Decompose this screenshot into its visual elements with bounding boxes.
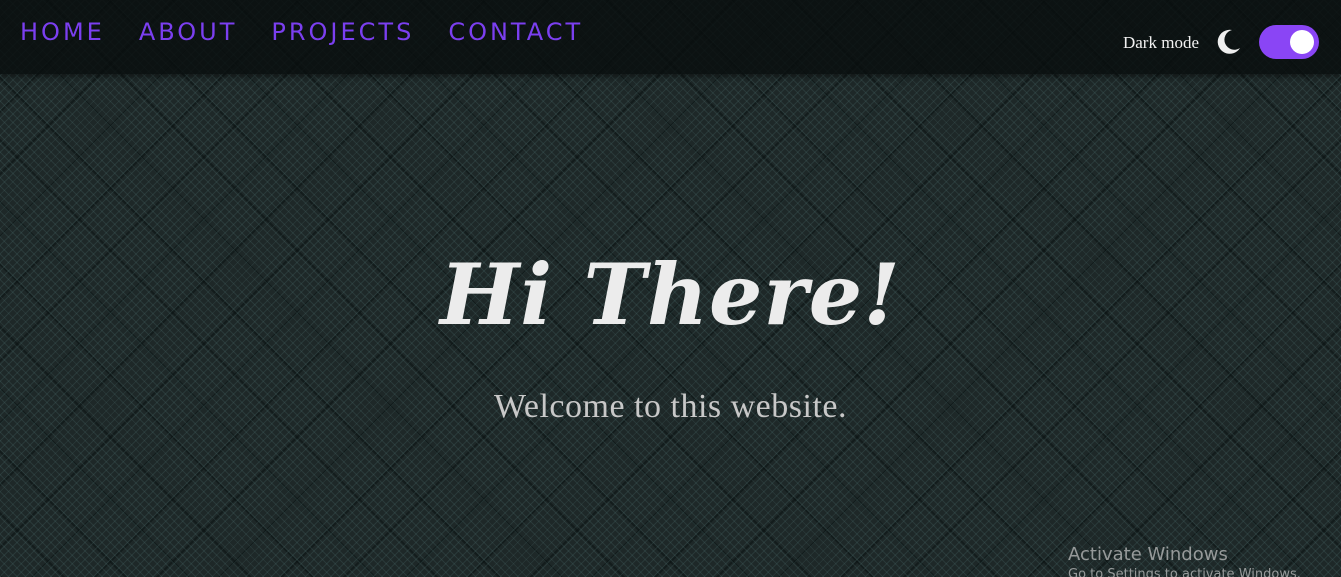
nav-link-home[interactable]: HOME: [20, 18, 105, 46]
moon-icon: [1217, 29, 1240, 54]
toggle-knob: [1290, 30, 1314, 54]
hero-section: Hi There! Welcome to this website.: [0, 240, 1341, 426]
nav-link-projects[interactable]: PROJECTS: [271, 18, 414, 46]
dark-mode-toggle[interactable]: [1259, 25, 1319, 59]
hero-title: Hi There!: [439, 245, 902, 344]
nav-links: HOME ABOUT PROJECTS CONTACT: [20, 18, 617, 46]
theme-toggle: Dark mode: [1123, 25, 1319, 59]
activate-windows-watermark: Activate Windows Go to Settings to activ…: [1068, 543, 1301, 577]
hero-subtitle: Welcome to this website.: [494, 388, 847, 425]
watermark-subtitle: Go to Settings to activate Windows.: [1068, 567, 1301, 577]
dark-mode-label: Dark mode: [1122, 33, 1199, 52]
nav-link-contact[interactable]: CONTACT: [448, 18, 583, 46]
watermark-title: Activate Windows: [1068, 544, 1228, 565]
navbar: HOME ABOUT PROJECTS CONTACT Dark mode: [0, 0, 1341, 74]
nav-link-about[interactable]: ABOUT: [139, 18, 238, 46]
